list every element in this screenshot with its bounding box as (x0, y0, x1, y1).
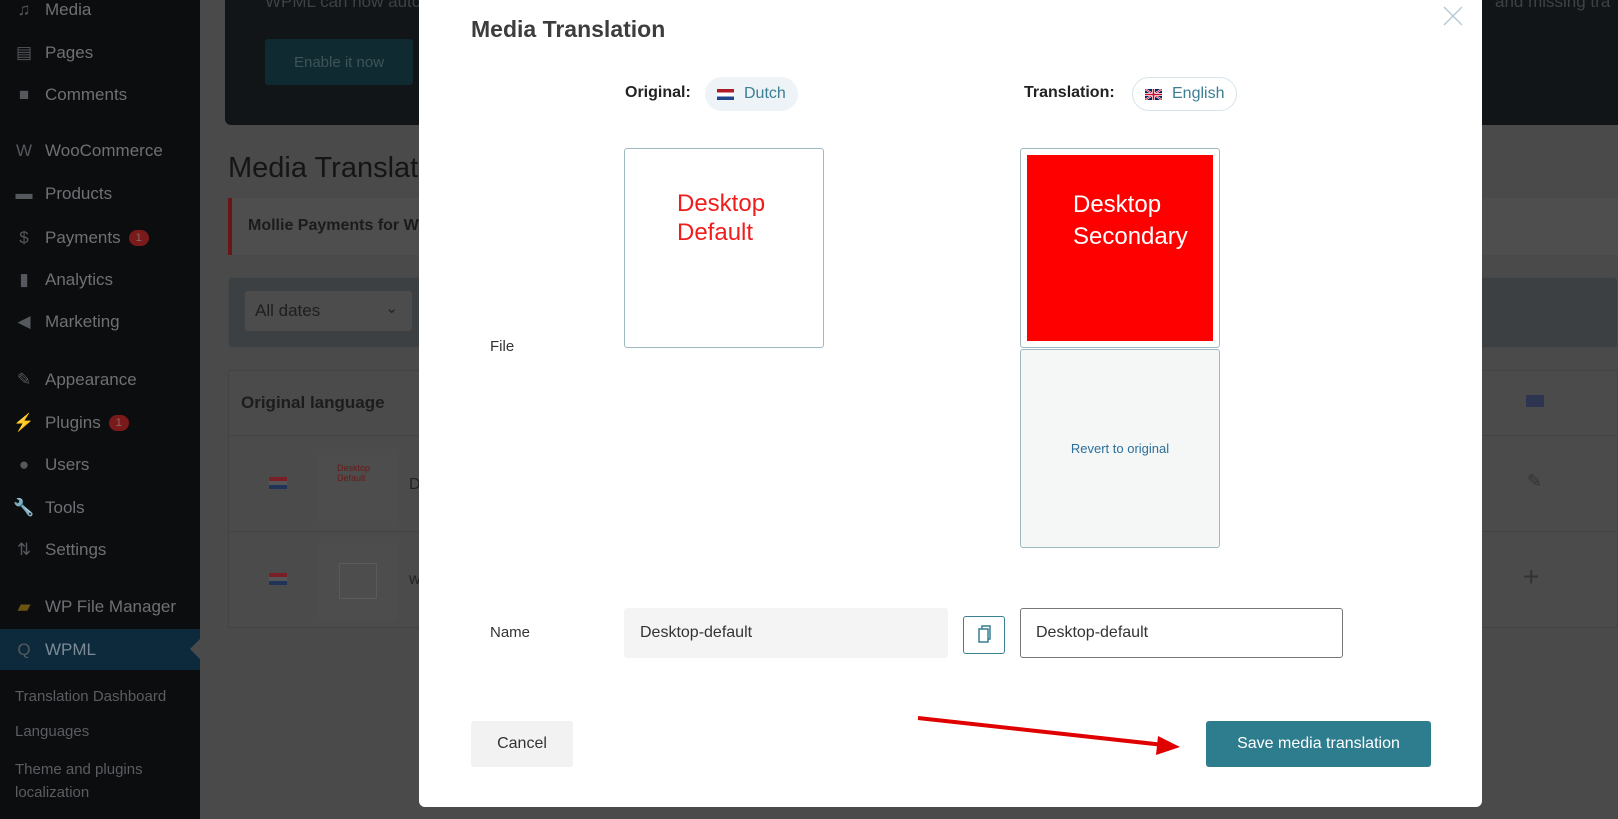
appearance-icon: ✎ (16, 370, 32, 389)
sidebar-item-label: Analytics (45, 270, 114, 289)
dutch-flag-icon (717, 88, 734, 100)
comments-icon: ■ (18, 85, 30, 104)
sidebar-item-users[interactable]: ● Users (0, 445, 200, 485)
sidebar-item-products[interactable]: ▬ Products (0, 174, 200, 214)
image-placeholder-icon (319, 543, 397, 621)
tools-icon: 🔧 (13, 498, 35, 517)
wpml-icon: Q (17, 639, 31, 659)
sidebar-item-label: Users (45, 455, 90, 474)
english-flag-icon (1145, 88, 1162, 100)
translated-image[interactable]: Desktop Secondary (1020, 148, 1220, 348)
original-label: Original: (625, 84, 691, 101)
sidebar-item-label: Media (45, 0, 92, 19)
submenu-item[interactable]: Translation Dashboard (15, 688, 166, 705)
media-icon: ♫ (17, 0, 31, 19)
copy-icon (978, 625, 991, 643)
page-title: Media Translati (228, 152, 425, 184)
revert-to-original-link[interactable]: Revert to original (1071, 441, 1169, 456)
dutch-flag-icon (269, 477, 287, 489)
sidebar-item-appearance[interactable]: ✎ Appearance (0, 360, 200, 400)
file-label: File (490, 338, 515, 355)
sidebar-item-label: Tools (45, 498, 85, 517)
sidebar-item-label: WP File Manager (45, 597, 177, 616)
add-translation-plus-icon[interactable]: + (1523, 561, 1539, 593)
sidebar-item-pages[interactable]: ▤ Pages (0, 33, 200, 73)
sidebar-item-analytics[interactable]: ▮ Analytics (0, 260, 200, 300)
dutch-flag-icon (269, 573, 287, 585)
copy-name-button[interactable] (963, 616, 1005, 654)
cancel-button[interactable]: Cancel (471, 721, 573, 767)
close-icon[interactable] (1441, 4, 1465, 28)
plugins-icon: ⚡ (13, 413, 35, 432)
sidebar-item-label: Appearance (45, 370, 137, 389)
sidebar-item-label: Plugins (45, 413, 101, 432)
sidebar-item-payments[interactable]: $ Payments 1 (0, 218, 200, 258)
translated-name-input[interactable]: Desktop-default (1020, 608, 1343, 658)
sidebar-item-label: Products (45, 184, 113, 203)
update-count-badge: 1 (108, 415, 129, 431)
sidebar-item-media[interactable]: ♫ Media (0, 0, 200, 30)
sidebar-item-woocommerce[interactable]: W WooCommerce (0, 131, 200, 171)
file-manager-icon: ▰ (17, 597, 31, 616)
woocommerce-icon: W (15, 141, 33, 160)
active-menu-caret (190, 639, 200, 659)
name-label: Name (490, 624, 531, 641)
sidebar-item-label: WPML (45, 639, 96, 659)
marketing-icon: ◀ (17, 312, 31, 331)
submenu-item[interactable]: Theme and plugins localization (15, 758, 165, 804)
analytics-icon: ▮ (19, 270, 29, 289)
chevron-down-icon: ⌄ (385, 300, 398, 317)
dialog-title: Media Translation (471, 16, 666, 42)
sidebar-item-label: Payments (45, 228, 121, 247)
sidebar-item-plugins[interactable]: ⚡ Plugins 1 (0, 403, 200, 443)
sidebar-item-settings[interactable]: ⇅ Settings (0, 530, 200, 570)
column-original-language: Original language (241, 393, 385, 412)
sidebar-item-label: Marketing (45, 312, 120, 331)
pages-icon: ▤ (15, 43, 33, 62)
sidebar-item-label: WooCommerce (45, 141, 163, 160)
sidebar-item-wpml[interactable]: Q WPML (0, 629, 200, 670)
admin-sidebar: ♫ Media ▤ Pages ■ Comments W WooCommerce ▬ Produc… (0, 0, 200, 819)
original-name-field: Desktop-default (624, 608, 948, 658)
date-filter-select[interactable]: All dates ⌄ (245, 291, 412, 331)
original-language-pill: Dutch (705, 77, 798, 111)
update-count-badge: 1 (128, 230, 149, 246)
sidebar-item-marketing[interactable]: ◀ Marketing (0, 302, 200, 342)
settings-icon: ⇅ (16, 540, 32, 559)
translation-label: Translation: (1024, 84, 1115, 101)
payments-icon: $ (19, 228, 29, 247)
english-flag-icon (1526, 395, 1544, 407)
sidebar-item-label: Pages (45, 43, 94, 62)
products-icon: ▬ (15, 184, 33, 203)
users-icon: ● (18, 455, 30, 474)
original-image: Desktop Default (624, 148, 824, 348)
save-media-translation-button[interactable]: Save media translation (1206, 721, 1431, 767)
submenu-item[interactable]: Languages (15, 723, 89, 740)
sidebar-item-label: Comments (45, 85, 128, 104)
row-thumbnail: Desktop Default (319, 449, 397, 527)
sidebar-item-wp-file-manager[interactable]: ▰ WP File Manager (0, 587, 200, 627)
translation-language-pill: English (1132, 77, 1238, 111)
media-translation-dialog: Media Translation Original: Dutch Transl… (419, 0, 1482, 807)
annotation-arrow-icon (917, 716, 1180, 755)
sidebar-item-tools[interactable]: 🔧 Tools (0, 488, 200, 528)
revert-to-original-area[interactable]: Revert to original (1020, 349, 1220, 548)
enable-it-now-button[interactable]: Enable it now (265, 39, 413, 85)
sidebar-item-label: Settings (45, 540, 107, 559)
sidebar-item-comments[interactable]: ■ Comments (0, 75, 200, 115)
edit-pencil-icon[interactable]: ✎ (1527, 471, 1542, 492)
